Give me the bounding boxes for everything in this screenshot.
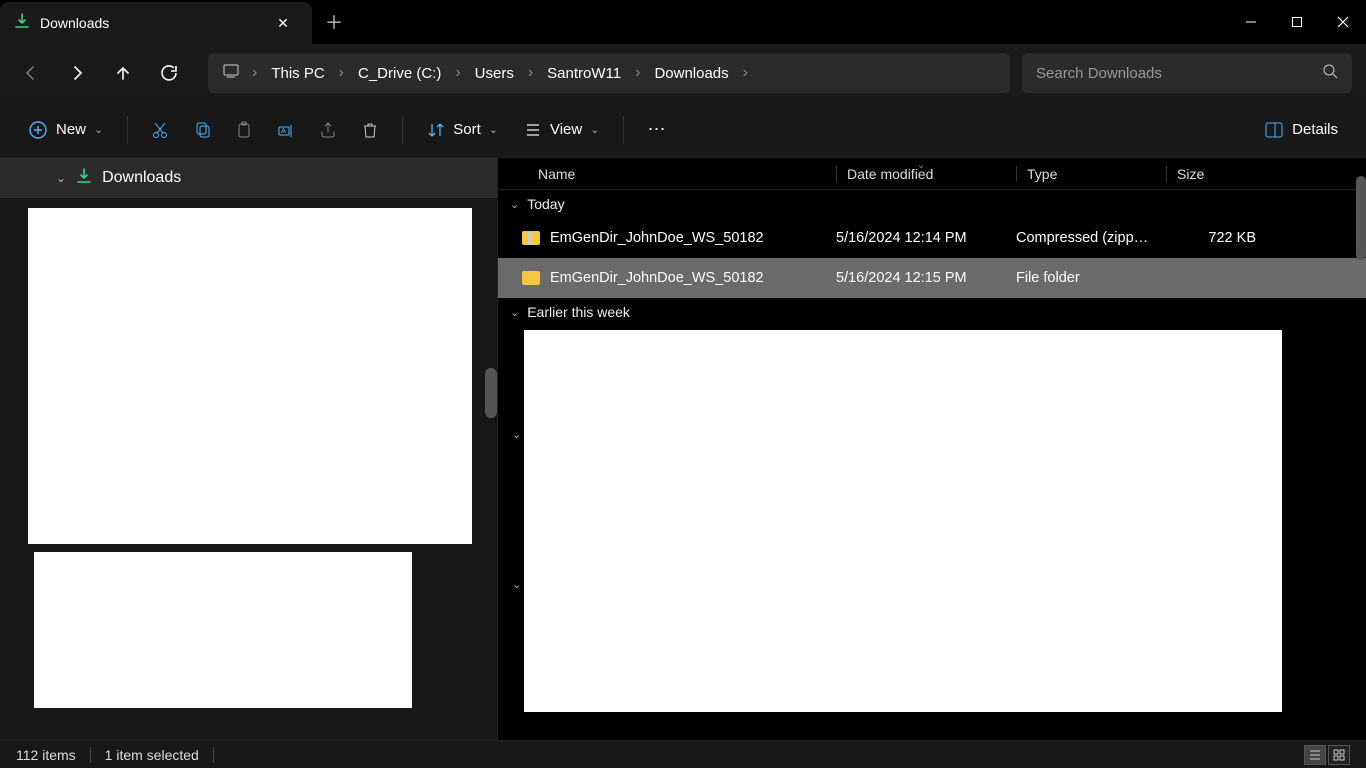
- group-label: Today: [527, 196, 564, 212]
- sort-indicator-icon: ⌄: [917, 160, 925, 171]
- svg-text:A: A: [281, 128, 286, 135]
- maximize-button[interactable]: [1274, 0, 1320, 44]
- file-date: 5/16/2024 12:14 PM: [836, 230, 1016, 246]
- refresh-button[interactable]: [152, 56, 186, 90]
- copy-button[interactable]: [184, 112, 220, 148]
- breadcrumb-users[interactable]: Users: [467, 61, 522, 86]
- separator: [402, 116, 403, 144]
- chevron-down-icon[interactable]: ⌄: [512, 428, 521, 441]
- address-bar[interactable]: › This PC › C_Drive (C:) › Users › Santr…: [208, 53, 1010, 93]
- folder-icon: [522, 271, 540, 285]
- sidebar-item-label: Downloads: [102, 169, 181, 187]
- minimize-button[interactable]: [1228, 0, 1274, 44]
- share-button[interactable]: [310, 112, 346, 148]
- column-date[interactable]: Date modified ⌄: [836, 166, 1016, 182]
- separator: [213, 747, 214, 763]
- rename-button[interactable]: A: [268, 112, 304, 148]
- back-button[interactable]: [14, 56, 48, 90]
- details-pane-button[interactable]: Details: [1254, 114, 1348, 146]
- file-size: 722 KB: [1166, 230, 1266, 246]
- window-controls: [1228, 0, 1366, 44]
- breadcrumb-user[interactable]: SantroW11: [539, 61, 629, 86]
- chevron-right-icon[interactable]: ›: [633, 64, 642, 82]
- chevron-right-icon[interactable]: ›: [453, 64, 462, 82]
- toolbar: New ⌄ A Sort ⌄ View ⌄ ⋯ Details: [0, 102, 1366, 158]
- download-icon: [76, 168, 92, 189]
- navigation-pane: ⌄ Downloads: [0, 158, 498, 740]
- thumbnail-preview[interactable]: [34, 552, 412, 708]
- group-earlier-week[interactable]: ⌄ Earlier this week: [498, 298, 1366, 326]
- close-window-button[interactable]: [1320, 0, 1366, 44]
- pc-icon: [216, 62, 246, 85]
- file-list: Name Date modified ⌄ Type Size ⌄ Today E…: [498, 158, 1366, 740]
- file-type: File folder: [1016, 270, 1166, 286]
- chevron-down-icon: ⌄: [590, 123, 599, 136]
- paste-button[interactable]: [226, 112, 262, 148]
- search-icon[interactable]: [1322, 63, 1338, 84]
- status-bar: 112 items 1 item selected: [0, 740, 1366, 768]
- column-headers: Name Date modified ⌄ Type Size: [498, 158, 1366, 190]
- chevron-down-icon[interactable]: ⌄: [512, 578, 521, 591]
- chevron-down-icon: ⌄: [94, 123, 103, 136]
- tab-title: Downloads: [40, 15, 258, 31]
- scrollbar-thumb[interactable]: [1356, 176, 1366, 260]
- file-date: 5/16/2024 12:15 PM: [836, 270, 1016, 286]
- tab-downloads[interactable]: Downloads ✕: [0, 2, 312, 44]
- more-button[interactable]: ⋯: [638, 112, 674, 148]
- sort-button[interactable]: Sort ⌄: [417, 115, 508, 145]
- separator: [127, 116, 128, 144]
- thumbnail-preview[interactable]: [524, 330, 1282, 712]
- scrollbar-thumb[interactable]: [485, 368, 497, 418]
- file-row[interactable]: EmGenDir_JohnDoe_WS_50182 5/16/2024 12:1…: [498, 218, 1366, 258]
- breadcrumb-this-pc[interactable]: This PC: [263, 61, 332, 86]
- file-name: EmGenDir_JohnDoe_WS_50182: [550, 270, 764, 286]
- cut-button[interactable]: [142, 112, 178, 148]
- thumbnail-preview[interactable]: [28, 208, 472, 544]
- group-label: Earlier this week: [527, 304, 630, 320]
- download-icon: [14, 13, 30, 34]
- new-tab-button[interactable]: ＋: [312, 0, 356, 44]
- column-name[interactable]: Name: [498, 166, 836, 182]
- chevron-right-icon[interactable]: ›: [337, 64, 346, 82]
- separator: [90, 747, 91, 763]
- chevron-down-icon: ⌄: [489, 123, 498, 136]
- main-content: ⌄ Downloads Name Date modified ⌄ Type Si…: [0, 158, 1366, 740]
- search-input[interactable]: [1036, 65, 1322, 82]
- thumbnails-view-toggle[interactable]: [1328, 745, 1350, 765]
- details-view-toggle[interactable]: [1304, 745, 1326, 765]
- view-label: View: [550, 121, 582, 138]
- chevron-right-icon[interactable]: ›: [250, 64, 259, 82]
- breadcrumb-c-drive[interactable]: C_Drive (C:): [350, 61, 449, 86]
- search-box[interactable]: [1022, 53, 1352, 93]
- file-name: EmGenDir_JohnDoe_WS_50182: [550, 230, 764, 246]
- column-size[interactable]: Size: [1166, 166, 1266, 182]
- chevron-down-icon: ⌄: [510, 198, 519, 211]
- close-tab-button[interactable]: ✕: [268, 15, 298, 32]
- up-button[interactable]: [106, 56, 140, 90]
- chevron-down-icon: ⌄: [510, 306, 519, 319]
- delete-button[interactable]: [352, 112, 388, 148]
- details-label: Details: [1292, 121, 1338, 138]
- group-today[interactable]: ⌄ Today: [498, 190, 1366, 218]
- titlebar: Downloads ✕ ＋: [0, 0, 1366, 44]
- chevron-right-icon[interactable]: ›: [741, 64, 750, 82]
- column-type[interactable]: Type: [1016, 166, 1166, 182]
- breadcrumb-downloads[interactable]: Downloads: [646, 61, 736, 86]
- separator: [623, 116, 624, 144]
- file-row[interactable]: EmGenDir_JohnDoe_WS_50182 5/16/2024 12:1…: [498, 258, 1366, 298]
- new-button[interactable]: New ⌄: [18, 114, 113, 146]
- forward-button[interactable]: [60, 56, 94, 90]
- chevron-right-icon[interactable]: ›: [526, 64, 535, 82]
- new-label: New: [56, 121, 86, 138]
- chevron-down-icon[interactable]: ⌄: [56, 171, 66, 185]
- sidebar-item-downloads[interactable]: ⌄ Downloads: [0, 158, 497, 198]
- zip-file-icon: [522, 231, 540, 245]
- file-type: Compressed (zipp…: [1016, 230, 1166, 246]
- view-button[interactable]: View ⌄: [514, 115, 609, 145]
- status-selected-count: 1 item selected: [105, 747, 199, 763]
- sort-label: Sort: [453, 121, 481, 138]
- status-item-count: 112 items: [16, 747, 76, 763]
- view-mode-toggles: [1304, 745, 1350, 765]
- navbar: › This PC › C_Drive (C:) › Users › Santr…: [0, 44, 1366, 102]
